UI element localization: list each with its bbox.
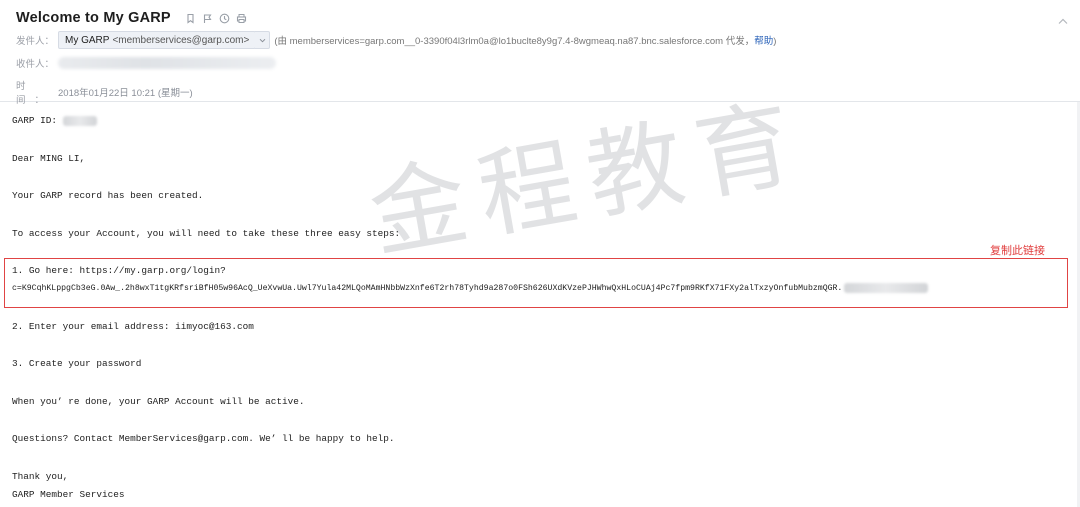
thanks-line: Thank you, (12, 471, 69, 482)
questions-line: Questions? Contact MemberServices@garp.c… (12, 433, 395, 444)
via-close: ) (773, 36, 777, 47)
garp-id-redacted (62, 115, 97, 126)
help-link[interactable]: 帮助 (754, 36, 773, 47)
via-text: (由 memberservices=garp.com__0-3390f04l3r… (274, 36, 755, 47)
copy-link-annotation: 复制此链接 (990, 244, 1045, 257)
print-icon[interactable] (236, 13, 247, 24)
subject-row: Welcome to My GARP (16, 7, 247, 29)
greeting-line: Dear MING LI, (12, 153, 86, 164)
recipient-redacted (58, 57, 276, 69)
sender-name: My GARP (65, 34, 110, 46)
highlight-box (4, 258, 1068, 308)
sent-on-behalf-text: (由 memberservices=garp.com__0-3390f04l3r… (274, 33, 776, 47)
sender-chip[interactable]: My GARP <memberservices@garp.com> (58, 31, 257, 49)
record-line: Your GARP record has been created. (12, 190, 204, 201)
email-subject: Welcome to My GARP (16, 10, 171, 26)
sender-dropdown-icon[interactable] (255, 31, 271, 49)
flag-icon[interactable] (202, 13, 213, 24)
done-line: When you’ re done, your GARP Account wil… (12, 396, 305, 407)
subject-actions (185, 13, 247, 24)
collapse-chevron-icon[interactable] (1058, 12, 1068, 24)
email-header: Welcome to My GARP 发件人： My GARP <members… (0, 0, 1080, 106)
signature-line: GARP Member Services (12, 489, 125, 500)
email-view: Welcome to My GARP 发件人： My GARP <members… (0, 0, 1080, 507)
sender-address: <memberservices@garp.com> (112, 34, 250, 46)
recipient-label: 收件人： (16, 59, 55, 70)
access-line: To access your Account, you will need to… (12, 228, 401, 239)
step3-line: 3. Create your password (12, 358, 142, 369)
garp-id-label: GARP ID: (12, 115, 58, 126)
step2-line: 2. Enter your email address: iimyoc@163.… (12, 321, 254, 332)
time-value: 2018年01月22日 10:21 (星期一) (58, 88, 193, 99)
recipient-row: 收件人： (16, 56, 276, 70)
garp-id-line: GARP ID: (12, 115, 97, 126)
sender-row: 发件人： My GARP <memberservices@garp.com> (… (16, 31, 776, 49)
sender-label: 发件人： (16, 36, 55, 47)
clock-icon[interactable] (219, 13, 230, 24)
bookmark-icon[interactable] (185, 13, 196, 24)
